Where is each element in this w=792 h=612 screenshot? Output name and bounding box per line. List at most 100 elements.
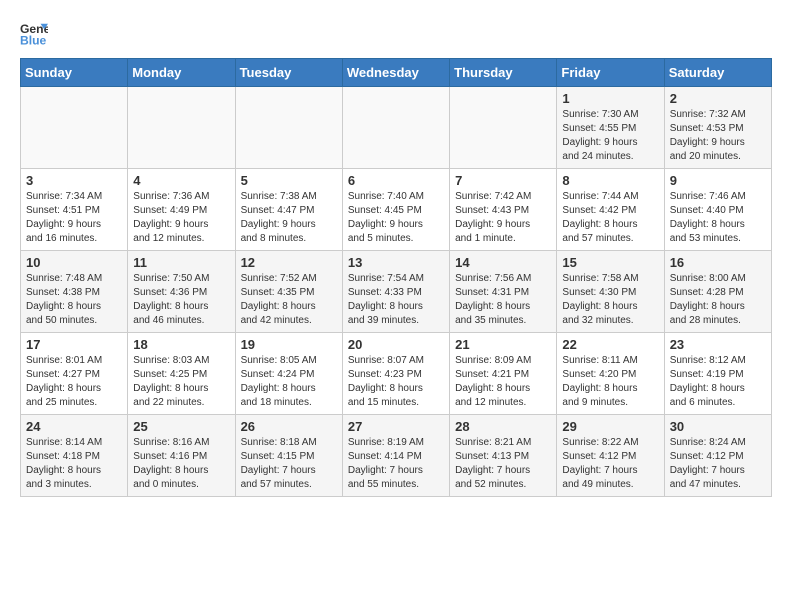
day-cell: 21 Sunrise: 8:09 AM Sunset: 4:21 PM Dayli… <box>450 333 557 415</box>
day-cell: 7Sunrise: 7:42 AM Sunset: 4:43 PM Daylig… <box>450 169 557 251</box>
calendar-table: SundayMondayTuesdayWednesdayThursdayFrid… <box>20 58 772 497</box>
day-number: 12 <box>241 255 337 270</box>
day-cell: 9 Sunrise: 7:46 AM Sunset: 4:40 PM Daylig… <box>664 169 771 251</box>
day-number: 3 <box>26 173 122 188</box>
day-cell: 1Sunrise: 7:30 AM Sunset: 4:55 PM Daylig… <box>557 87 664 169</box>
day-cell: 12 Sunrise: 7:52 AM Sunset: 4:35 PM Dayli… <box>235 251 342 333</box>
day-number: 24 <box>26 419 122 434</box>
day-cell: 26Sunrise: 8:18 AM Sunset: 4:15 PM Dayli… <box>235 415 342 497</box>
day-cell <box>128 87 235 169</box>
day-cell: 22 Sunrise: 8:11 AM Sunset: 4:20 PM Dayli… <box>557 333 664 415</box>
day-number: 8 <box>562 173 658 188</box>
day-cell <box>342 87 449 169</box>
day-number: 10 <box>26 255 122 270</box>
week-row-4: 17 Sunrise: 8:01 AM Sunset: 4:27 PM Dayli… <box>21 333 772 415</box>
day-info: Sunrise: 8:16 AM Sunset: 4:16 PM Dayligh… <box>133 436 229 492</box>
day-info: Sunrise: 7:56 AM Sunset: 4:31 PM Dayligh… <box>455 272 551 328</box>
day-cell: 15 Sunrise: 7:58 AM Sunset: 4:30 PM Dayli… <box>557 251 664 333</box>
day-info: Sunrise: 8:09 AM Sunset: 4:21 PM Dayligh… <box>455 354 551 410</box>
day-info: Sunrise: 8:01 AM Sunset: 4:27 PM Dayligh… <box>26 354 122 410</box>
day-number: 25 <box>133 419 229 434</box>
day-cell: 3 Sunrise: 7:34 AM Sunset: 4:51 PM Daylig… <box>21 169 128 251</box>
header-saturday: Saturday <box>664 59 771 87</box>
logo-icon: General Blue <box>20 20 48 48</box>
day-number: 15 <box>562 255 658 270</box>
header-thursday: Thursday <box>450 59 557 87</box>
day-cell: 30Sunrise: 8:24 AM Sunset: 4:12 PM Dayli… <box>664 415 771 497</box>
day-info: Sunrise: 7:50 AM Sunset: 4:36 PM Dayligh… <box>133 272 229 328</box>
day-number: 23 <box>670 337 766 352</box>
day-cell: 28 Sunrise: 8:21 AM Sunset: 4:13 PM Dayli… <box>450 415 557 497</box>
day-info: Sunrise: 7:54 AM Sunset: 4:33 PM Dayligh… <box>348 272 444 328</box>
day-number: 20 <box>348 337 444 352</box>
header-monday: Monday <box>128 59 235 87</box>
day-number: 19 <box>241 337 337 352</box>
day-number: 16 <box>670 255 766 270</box>
header-wednesday: Wednesday <box>342 59 449 87</box>
day-number: 4 <box>133 173 229 188</box>
day-cell: 19 Sunrise: 8:05 AM Sunset: 4:24 PM Dayli… <box>235 333 342 415</box>
day-info: Sunrise: 8:12 AM Sunset: 4:19 PM Dayligh… <box>670 354 766 410</box>
day-info: Sunrise: 8:21 AM Sunset: 4:13 PM Dayligh… <box>455 436 551 492</box>
day-number: 9 <box>670 173 766 188</box>
week-row-5: 24Sunrise: 8:14 AM Sunset: 4:18 PM Dayli… <box>21 415 772 497</box>
day-cell: 27 Sunrise: 8:19 AM Sunset: 4:14 PM Dayli… <box>342 415 449 497</box>
day-info: Sunrise: 8:19 AM Sunset: 4:14 PM Dayligh… <box>348 436 444 492</box>
day-number: 21 <box>455 337 551 352</box>
day-info: Sunrise: 7:38 AM Sunset: 4:47 PM Dayligh… <box>241 190 337 246</box>
day-cell: 11 Sunrise: 7:50 AM Sunset: 4:36 PM Dayli… <box>128 251 235 333</box>
day-cell: 5 Sunrise: 7:38 AM Sunset: 4:47 PM Daylig… <box>235 169 342 251</box>
day-number: 28 <box>455 419 551 434</box>
day-cell: 4 Sunrise: 7:36 AM Sunset: 4:49 PM Daylig… <box>128 169 235 251</box>
day-number: 6 <box>348 173 444 188</box>
day-cell: 10Sunrise: 7:48 AM Sunset: 4:38 PM Dayli… <box>21 251 128 333</box>
day-number: 29 <box>562 419 658 434</box>
day-cell: 6 Sunrise: 7:40 AM Sunset: 4:45 PM Daylig… <box>342 169 449 251</box>
day-number: 27 <box>348 419 444 434</box>
day-info: Sunrise: 8:00 AM Sunset: 4:28 PM Dayligh… <box>670 272 766 328</box>
day-info: Sunrise: 8:11 AM Sunset: 4:20 PM Dayligh… <box>562 354 658 410</box>
day-cell: 20 Sunrise: 8:07 AM Sunset: 4:23 PM Dayli… <box>342 333 449 415</box>
svg-text:Blue: Blue <box>20 33 47 47</box>
day-info: Sunrise: 7:52 AM Sunset: 4:35 PM Dayligh… <box>241 272 337 328</box>
day-cell: 18 Sunrise: 8:03 AM Sunset: 4:25 PM Dayli… <box>128 333 235 415</box>
day-cell: 17 Sunrise: 8:01 AM Sunset: 4:27 PM Dayli… <box>21 333 128 415</box>
day-info: Sunrise: 7:42 AM Sunset: 4:43 PM Dayligh… <box>455 190 551 246</box>
day-info: Sunrise: 8:05 AM Sunset: 4:24 PM Dayligh… <box>241 354 337 410</box>
day-cell: 29Sunrise: 8:22 AM Sunset: 4:12 PM Dayli… <box>557 415 664 497</box>
day-number: 18 <box>133 337 229 352</box>
day-cell <box>235 87 342 169</box>
day-info: Sunrise: 7:34 AM Sunset: 4:51 PM Dayligh… <box>26 190 122 246</box>
day-info: Sunrise: 7:58 AM Sunset: 4:30 PM Dayligh… <box>562 272 658 328</box>
week-row-3: 10Sunrise: 7:48 AM Sunset: 4:38 PM Dayli… <box>21 251 772 333</box>
day-number: 1 <box>562 91 658 106</box>
day-cell: 14 Sunrise: 7:56 AM Sunset: 4:31 PM Dayli… <box>450 251 557 333</box>
day-cell <box>21 87 128 169</box>
week-row-1: 1Sunrise: 7:30 AM Sunset: 4:55 PM Daylig… <box>21 87 772 169</box>
day-number: 5 <box>241 173 337 188</box>
day-info: Sunrise: 7:40 AM Sunset: 4:45 PM Dayligh… <box>348 190 444 246</box>
day-cell: 13 Sunrise: 7:54 AM Sunset: 4:33 PM Dayli… <box>342 251 449 333</box>
day-number: 14 <box>455 255 551 270</box>
header-friday: Friday <box>557 59 664 87</box>
day-cell <box>450 87 557 169</box>
day-number: 11 <box>133 255 229 270</box>
day-info: Sunrise: 7:36 AM Sunset: 4:49 PM Dayligh… <box>133 190 229 246</box>
day-number: 22 <box>562 337 658 352</box>
day-cell: 25 Sunrise: 8:16 AM Sunset: 4:16 PM Dayli… <box>128 415 235 497</box>
day-number: 13 <box>348 255 444 270</box>
header-row: SundayMondayTuesdayWednesdayThursdayFrid… <box>21 59 772 87</box>
header-tuesday: Tuesday <box>235 59 342 87</box>
day-info: Sunrise: 7:32 AM Sunset: 4:53 PM Dayligh… <box>670 108 766 164</box>
day-number: 17 <box>26 337 122 352</box>
day-cell: 23 Sunrise: 8:12 AM Sunset: 4:19 PM Dayli… <box>664 333 771 415</box>
week-row-2: 3 Sunrise: 7:34 AM Sunset: 4:51 PM Daylig… <box>21 169 772 251</box>
day-cell: 24Sunrise: 8:14 AM Sunset: 4:18 PM Dayli… <box>21 415 128 497</box>
page-header: General Blue <box>20 20 772 48</box>
day-number: 26 <box>241 419 337 434</box>
logo: General Blue <box>20 20 52 48</box>
day-info: Sunrise: 8:07 AM Sunset: 4:23 PM Dayligh… <box>348 354 444 410</box>
day-info: Sunrise: 7:46 AM Sunset: 4:40 PM Dayligh… <box>670 190 766 246</box>
day-info: Sunrise: 8:03 AM Sunset: 4:25 PM Dayligh… <box>133 354 229 410</box>
header-sunday: Sunday <box>21 59 128 87</box>
